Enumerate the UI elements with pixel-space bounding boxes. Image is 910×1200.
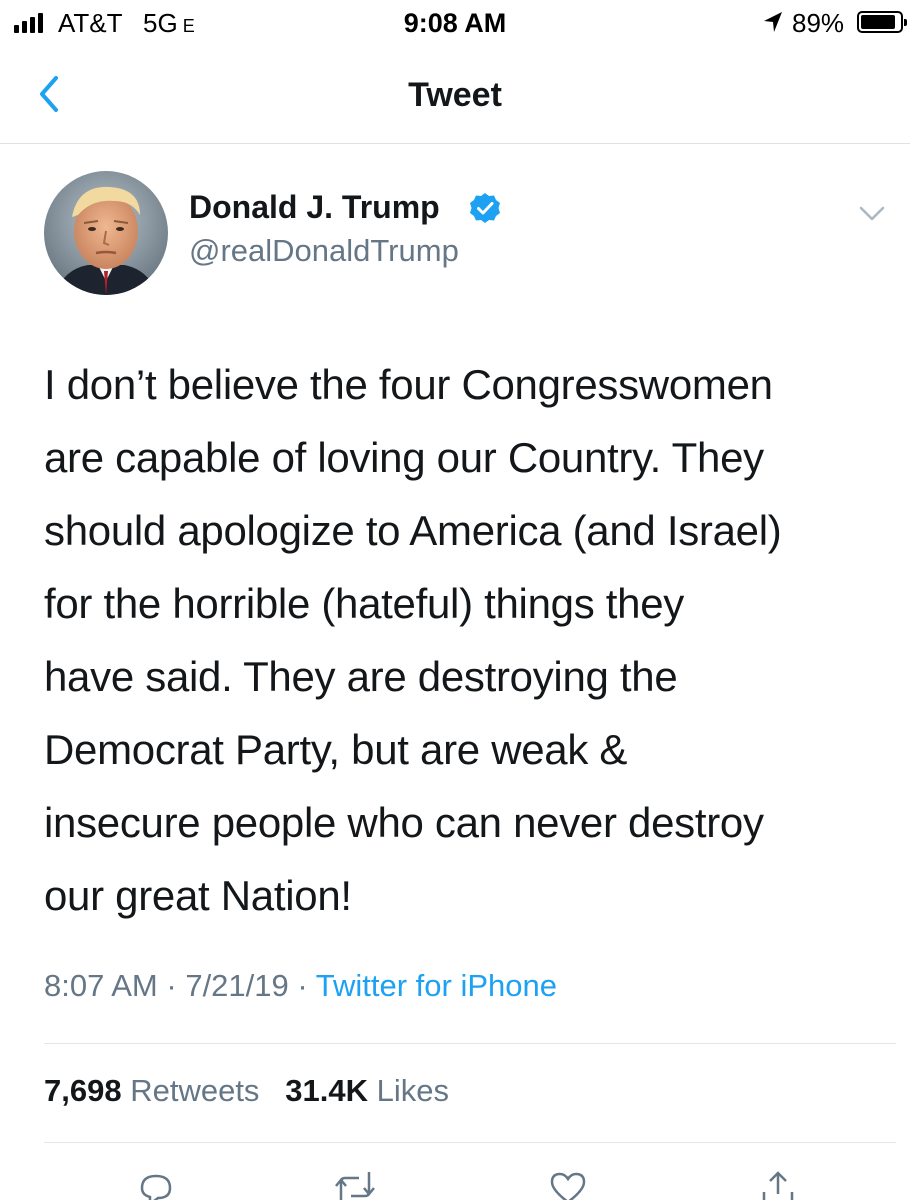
engagement-stats: 7,698 Retweets 31.4K Likes xyxy=(44,1073,449,1109)
chevron-down-icon xyxy=(859,206,885,221)
likes-stat[interactable]: 31.4K Likes xyxy=(285,1073,449,1109)
page-title: Tweet xyxy=(408,76,502,114)
retweet-button[interactable] xyxy=(333,1166,377,1200)
verified-badge-icon xyxy=(470,193,500,223)
likes-count: 31.4K xyxy=(285,1073,369,1108)
navigation-bar: Tweet xyxy=(0,46,910,144)
reply-icon xyxy=(140,1174,172,1200)
tweet-text-line: should apologize to America (and Israel) xyxy=(44,507,782,554)
tweet-text-line: Democrat Party, but are weak & xyxy=(44,726,628,773)
divider xyxy=(44,1043,896,1044)
tweet-time: 8:07 AM xyxy=(44,968,158,1003)
avatar-image xyxy=(44,171,168,295)
like-button[interactable] xyxy=(546,1166,590,1200)
divider xyxy=(44,1142,896,1143)
retweet-icon xyxy=(335,1172,375,1200)
more-options-button[interactable] xyxy=(856,200,888,226)
likes-label: Likes xyxy=(376,1073,450,1108)
battery-fill xyxy=(861,15,895,29)
tweet-source-link[interactable]: Twitter for iPhone xyxy=(316,968,557,1003)
share-icon xyxy=(762,1171,794,1200)
meta-separator: · xyxy=(297,968,308,1003)
tweet-detail-screen: AT&T 5G E 9:08 AM 89% Tweet Donald J. Tr… xyxy=(0,0,910,1200)
tweet-text-line: I don’t believe the four Congresswomen xyxy=(44,361,773,408)
tweet-text-line: have said. They are destroying the xyxy=(44,653,678,700)
retweets-count: 7,698 xyxy=(44,1073,122,1108)
tweet-text-line: are capable of loving our Country. They xyxy=(44,434,764,481)
tweet-meta: 8:07 AM · 7/21/19 · Twitter for iPhone xyxy=(44,968,557,1004)
share-button[interactable] xyxy=(756,1166,800,1200)
battery-icon xyxy=(857,11,907,33)
tweet-text-line: our great Nation! xyxy=(44,872,352,919)
tweet-date: 7/21/19 xyxy=(185,968,289,1003)
reply-button[interactable] xyxy=(134,1166,178,1200)
battery-percentage: 89% xyxy=(792,8,845,38)
avatar[interactable] xyxy=(44,171,168,295)
status-bar: AT&T 5G E 9:08 AM 89% xyxy=(0,0,910,46)
tweet-text-line: insecure people who can never destroy xyxy=(44,799,764,846)
tweet-text-line: for the horrible (hateful) things they xyxy=(44,580,684,627)
author-display-name[interactable]: Donald J. Trump xyxy=(189,189,440,226)
meta-separator: · xyxy=(166,968,177,1003)
tweet-text: I don’t believe the four Congresswomen a… xyxy=(44,348,884,932)
retweets-stat[interactable]: 7,698 Retweets xyxy=(44,1073,259,1109)
like-icon xyxy=(550,1172,586,1200)
location-arrow-icon xyxy=(764,12,782,32)
retweets-label: Retweets xyxy=(130,1073,260,1108)
author-handle[interactable]: @realDonaldTrump xyxy=(189,233,459,269)
